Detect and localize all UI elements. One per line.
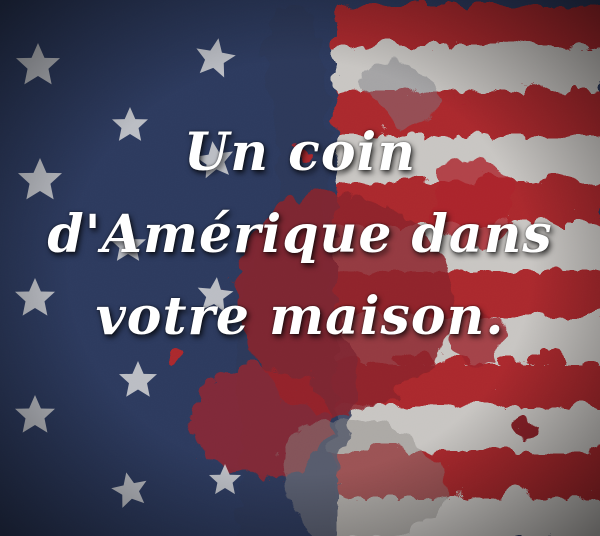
headline-line-3: votre maison.: [95, 286, 505, 347]
headline-line-2: d'Amérique dans: [47, 204, 553, 265]
headline: Un coin d'Amérique dans votre maison.: [20, 112, 580, 358]
poster: Un coin d'Amérique dans votre maison.: [0, 0, 600, 536]
headline-line-1: Un coin: [183, 122, 417, 183]
